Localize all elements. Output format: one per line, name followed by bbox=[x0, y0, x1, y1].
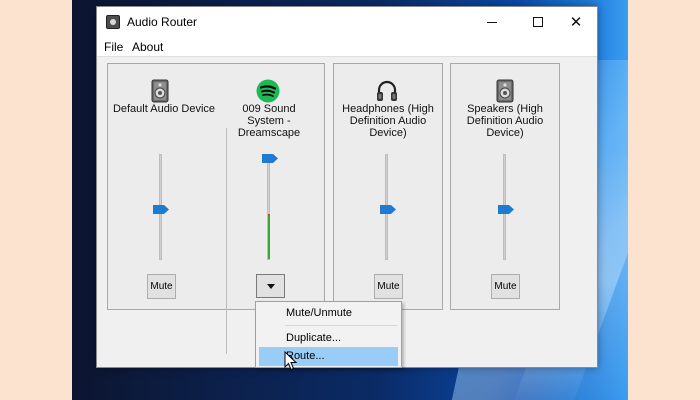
dropdown-arrow-icon bbox=[266, 283, 275, 289]
title-bar: Audio Router ✕ bbox=[97, 7, 597, 37]
headphones-icon bbox=[377, 80, 397, 101]
menu-item-route[interactable]: Route... bbox=[259, 347, 398, 366]
menu-bar: File About bbox=[97, 37, 597, 57]
device-label-speakers: Speakers (High Definition Audio Device) bbox=[466, 103, 544, 139]
menu-file[interactable]: File bbox=[104, 40, 123, 54]
mute-button-headphones[interactable]: Mute bbox=[374, 274, 403, 299]
volume-slider-thumb-default[interactable] bbox=[153, 205, 169, 214]
menu-item-duplicate[interactable]: Duplicate... bbox=[259, 329, 398, 348]
device-context-menu: Mute/Unmute Duplicate... Route... bbox=[255, 301, 402, 368]
volume-slider-thumb-speakers[interactable] bbox=[498, 205, 514, 214]
window-title: Audio Router bbox=[127, 15, 198, 29]
close-icon: ✕ bbox=[569, 14, 583, 31]
panel-separator bbox=[226, 128, 227, 354]
menu-separator bbox=[285, 325, 397, 326]
close-button[interactable]: ✕ bbox=[553, 7, 599, 37]
device-options-dropdown-button[interactable] bbox=[256, 274, 285, 298]
device-label-spotify: 009 Sound System - Dreamscape bbox=[237, 103, 301, 139]
level-peak-marker bbox=[268, 214, 270, 216]
menu-about[interactable]: About bbox=[132, 40, 163, 54]
device-panel-default bbox=[107, 63, 325, 354]
minimize-button[interactable] bbox=[469, 7, 515, 37]
level-meter-spotify bbox=[268, 215, 270, 259]
mute-button-default[interactable]: Mute bbox=[147, 274, 176, 299]
device-label-default: Default Audio Device bbox=[112, 103, 216, 115]
volume-slider-thumb-spotify[interactable] bbox=[262, 154, 278, 163]
maximize-icon bbox=[533, 17, 543, 27]
menu-item-mute-unmute[interactable]: Mute/Unmute bbox=[259, 304, 398, 323]
spotify-icon bbox=[256, 79, 280, 103]
mouse-cursor-icon bbox=[284, 351, 298, 371]
volume-slider-thumb-headphones[interactable] bbox=[380, 205, 396, 214]
speaker-icon bbox=[496, 79, 514, 103]
speaker-icon bbox=[151, 79, 169, 103]
device-label-headphones: Headphones (High Definition Audio Device… bbox=[342, 103, 434, 139]
minimize-icon bbox=[487, 21, 497, 23]
mute-button-speakers[interactable]: Mute bbox=[491, 274, 520, 299]
app-icon bbox=[106, 15, 120, 29]
